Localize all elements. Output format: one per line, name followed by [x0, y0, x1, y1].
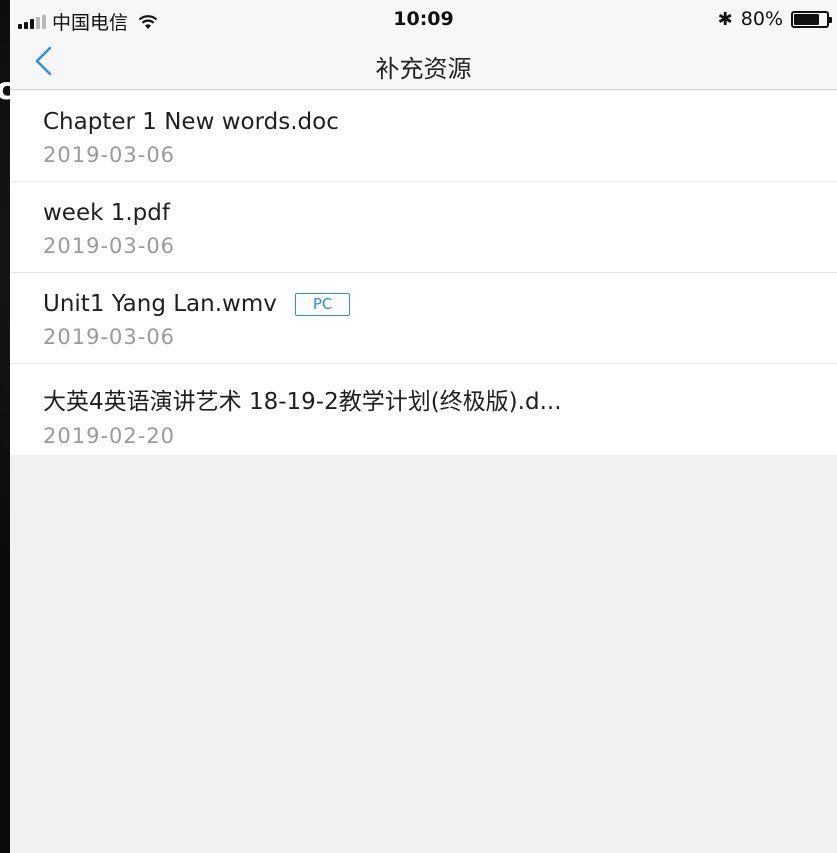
- battery-icon: [791, 10, 832, 28]
- battery-percent: 80%: [740, 8, 783, 30]
- status-time: 10:09: [393, 8, 454, 30]
- file-item[interactable]: Unit1 Yang Lan.wmv PC 2019-03-06: [10, 273, 837, 364]
- file-name-row: Unit1 Yang Lan.wmv PC: [43, 291, 837, 317]
- file-name-row: Chapter 1 New words.doc: [43, 109, 837, 135]
- file-name: Unit1 Yang Lan.wmv: [43, 291, 277, 317]
- status-right: ✱ 80%: [717, 8, 832, 30]
- bluetooth-icon: ✱: [717, 8, 733, 30]
- battery-fill: [794, 13, 820, 25]
- page-title: 补充资源: [375, 55, 472, 83]
- file-name: week 1.pdf: [43, 200, 170, 226]
- file-name-row: week 1.pdf: [43, 200, 837, 226]
- file-date: 2019-03-06: [43, 325, 176, 349]
- file-name-row: 大英4英语演讲艺术 18-19-2教学计划(终极版).d...: [43, 382, 837, 416]
- file-name: Chapter 1 New words.doc: [43, 109, 339, 135]
- phone-screen: 中国电信 10:09 ✱ 80% 补充资源 Chapter 1 New word…: [10, 0, 837, 853]
- file-item[interactable]: 大英4英语演讲艺术 18-19-2教学计划(终极版).d... 2019-02-…: [10, 364, 837, 455]
- file-date: 2019-03-06: [43, 234, 176, 258]
- status-bar: 中国电信 10:09 ✱ 80%: [10, 0, 837, 36]
- file-date: 2019-02-20: [43, 424, 176, 448]
- file-item[interactable]: week 1.pdf 2019-03-06: [10, 182, 837, 273]
- file-name: 大英4英语演讲艺术 18-19-2教学计划(终极版).d...: [43, 389, 562, 415]
- pc-badge: PC: [294, 292, 351, 316]
- file-list: Chapter 1 New words.doc 2019-03-06 week …: [10, 91, 837, 455]
- file-item[interactable]: Chapter 1 New words.doc 2019-03-06: [10, 91, 837, 182]
- overlay-text: c: [0, 72, 14, 107]
- navigation-bar: 补充资源: [10, 36, 837, 90]
- file-date: 2019-03-06: [43, 143, 176, 167]
